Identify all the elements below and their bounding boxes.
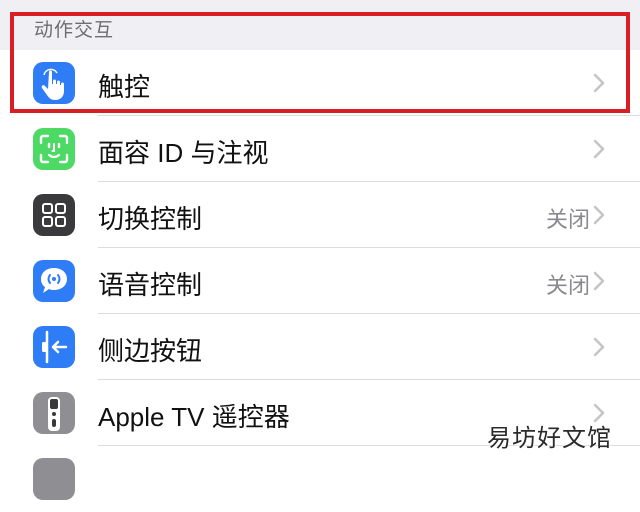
chevron-right-icon — [592, 73, 606, 93]
chevron-right-icon — [592, 337, 606, 357]
touch-hand-icon — [33, 62, 75, 104]
side-button-icon — [33, 326, 75, 368]
section-header: 动作交互 — [0, 0, 640, 50]
row-label: 语音控制 — [98, 270, 203, 300]
watermark: 易坊好文馆 — [487, 425, 612, 452]
row-label: Apple TV 遥控器 — [98, 402, 290, 432]
row-touch[interactable]: 触控 — [0, 50, 640, 116]
chevron-right-icon — [592, 271, 606, 291]
chevron-right-icon — [592, 139, 606, 159]
row-label: 切换控制 — [98, 204, 203, 234]
row-label: 面容 ID 与注视 — [98, 138, 269, 168]
row-voice-control[interactable]: 语音控制 关闭 — [0, 248, 640, 314]
row-partial[interactable] — [0, 446, 640, 512]
row-value: 关闭 — [545, 273, 590, 298]
row-label: 触控 — [98, 72, 151, 102]
face-id-icon — [33, 128, 75, 170]
row-value: 关闭 — [545, 207, 590, 232]
row-switch-control[interactable]: 切换控制 关闭 — [0, 182, 640, 248]
row-label: 侧边按钮 — [98, 336, 203, 366]
section-title: 动作交互 — [34, 20, 115, 41]
voice-control-icon — [33, 260, 75, 302]
switch-control-icon — [33, 194, 75, 236]
row-side-button[interactable]: 侧边按钮 — [0, 314, 640, 380]
partial-icon — [33, 458, 75, 500]
chevron-right-icon — [592, 205, 606, 225]
row-face-id[interactable]: 面容 ID 与注视 — [0, 116, 640, 182]
tv-remote-icon — [33, 392, 75, 434]
